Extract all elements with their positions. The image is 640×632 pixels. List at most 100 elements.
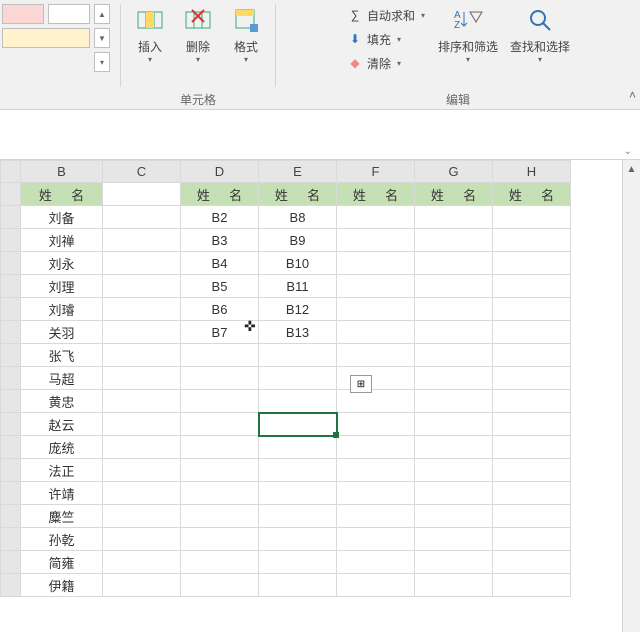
- cell[interactable]: 黄忠: [21, 390, 103, 413]
- insert-button[interactable]: 插入 ▾: [127, 2, 173, 89]
- autosum-button[interactable]: ∑ 自动求和 ▾: [341, 4, 431, 26]
- cell[interactable]: [103, 367, 181, 390]
- cell[interactable]: 法正: [21, 459, 103, 482]
- cell[interactable]: [259, 505, 337, 528]
- cell[interactable]: [103, 275, 181, 298]
- style-swatch[interactable]: [2, 4, 44, 24]
- cell[interactable]: B9: [259, 229, 337, 252]
- clear-button[interactable]: ◆ 清除 ▾: [341, 52, 431, 74]
- cell[interactable]: 伊籍: [21, 574, 103, 597]
- cell[interactable]: [415, 551, 493, 574]
- cell[interactable]: [493, 252, 571, 275]
- cell[interactable]: [259, 367, 337, 390]
- cell[interactable]: B12: [259, 298, 337, 321]
- cell[interactable]: 刘永: [21, 252, 103, 275]
- worksheet-grid[interactable]: B C D E F G H 姓 名 姓 名 姓 名 姓 名 姓 名 姓 名 刘备…: [0, 160, 640, 632]
- cell[interactable]: [259, 459, 337, 482]
- table-row[interactable]: 刘理B5B11: [1, 275, 571, 298]
- cell[interactable]: [493, 229, 571, 252]
- formula-bar-expand[interactable]: ⌄: [624, 146, 632, 157]
- cell[interactable]: [181, 413, 259, 436]
- cell[interactable]: 张飞: [21, 344, 103, 367]
- cell[interactable]: [337, 275, 415, 298]
- sort-filter-button[interactable]: AZ 排序和筛选 ▾: [433, 2, 503, 64]
- table-row[interactable]: 刘备B2B8: [1, 206, 571, 229]
- cell[interactable]: 姓 名: [21, 183, 103, 206]
- cell[interactable]: [181, 390, 259, 413]
- vertical-scrollbar[interactable]: ▲: [622, 160, 640, 632]
- cell[interactable]: 刘备: [21, 206, 103, 229]
- cell[interactable]: [493, 436, 571, 459]
- cell[interactable]: [103, 183, 181, 206]
- cell[interactable]: 庞统: [21, 436, 103, 459]
- cell[interactable]: [493, 459, 571, 482]
- cell[interactable]: [103, 551, 181, 574]
- cell[interactable]: B6: [181, 298, 259, 321]
- cell[interactable]: [337, 252, 415, 275]
- table-row[interactable]: 姓 名 姓 名 姓 名 姓 名 姓 名 姓 名: [1, 183, 571, 206]
- cell[interactable]: [493, 551, 571, 574]
- cell[interactable]: [415, 298, 493, 321]
- col-header[interactable]: G: [415, 161, 493, 183]
- cell[interactable]: [493, 344, 571, 367]
- cell[interactable]: [181, 482, 259, 505]
- cell[interactable]: [493, 321, 571, 344]
- cell[interactable]: [259, 436, 337, 459]
- cell[interactable]: [415, 367, 493, 390]
- collapse-ribbon-icon[interactable]: ˄: [629, 88, 636, 102]
- cell[interactable]: [337, 551, 415, 574]
- cell[interactable]: [493, 482, 571, 505]
- style-swatch[interactable]: [48, 4, 90, 24]
- cell[interactable]: B4: [181, 252, 259, 275]
- col-header[interactable]: D: [181, 161, 259, 183]
- cell[interactable]: [103, 528, 181, 551]
- find-select-button[interactable]: 查找和选择 ▾: [505, 2, 575, 64]
- cell[interactable]: [259, 528, 337, 551]
- cell[interactable]: [103, 482, 181, 505]
- cell[interactable]: B2: [181, 206, 259, 229]
- col-header[interactable]: F: [337, 161, 415, 183]
- table-row[interactable]: 孙乾: [1, 528, 571, 551]
- cell[interactable]: [493, 206, 571, 229]
- table-row[interactable]: 马超: [1, 367, 571, 390]
- cell[interactable]: 姓 名: [181, 183, 259, 206]
- cell[interactable]: [181, 551, 259, 574]
- col-header[interactable]: C: [103, 161, 181, 183]
- delete-button[interactable]: 删除 ▾: [175, 2, 221, 89]
- cell[interactable]: [181, 505, 259, 528]
- col-header[interactable]: E: [259, 161, 337, 183]
- cell[interactable]: 马超: [21, 367, 103, 390]
- cell[interactable]: [103, 413, 181, 436]
- col-header[interactable]: B: [21, 161, 103, 183]
- table-row[interactable]: 赵云: [1, 413, 571, 436]
- cell[interactable]: [493, 390, 571, 413]
- table-row[interactable]: 伊籍: [1, 574, 571, 597]
- cell[interactable]: B7: [181, 321, 259, 344]
- cell[interactable]: 姓 名: [337, 183, 415, 206]
- cell[interactable]: [415, 528, 493, 551]
- cell[interactable]: [415, 275, 493, 298]
- cell[interactable]: [259, 482, 337, 505]
- cell[interactable]: [259, 551, 337, 574]
- cell[interactable]: [181, 367, 259, 390]
- cell[interactable]: [415, 390, 493, 413]
- table-row[interactable]: 简雍: [1, 551, 571, 574]
- cell[interactable]: [103, 574, 181, 597]
- cell[interactable]: [181, 574, 259, 597]
- fill-button[interactable]: ⬇ 填充 ▾: [341, 28, 431, 50]
- table-row[interactable]: 庞统: [1, 436, 571, 459]
- scroll-up-icon[interactable]: ▲: [623, 160, 640, 178]
- table-row[interactable]: 许靖: [1, 482, 571, 505]
- cell[interactable]: 麋竺: [21, 505, 103, 528]
- cell[interactable]: [103, 229, 181, 252]
- cell[interactable]: [103, 436, 181, 459]
- cell[interactable]: B10: [259, 252, 337, 275]
- cell[interactable]: [337, 528, 415, 551]
- cell[interactable]: [103, 390, 181, 413]
- cell[interactable]: [493, 275, 571, 298]
- cell[interactable]: B3: [181, 229, 259, 252]
- autofill-options-button[interactable]: ⊞: [350, 375, 372, 393]
- cell[interactable]: [493, 574, 571, 597]
- table-row[interactable]: 法正: [1, 459, 571, 482]
- cell[interactable]: [415, 206, 493, 229]
